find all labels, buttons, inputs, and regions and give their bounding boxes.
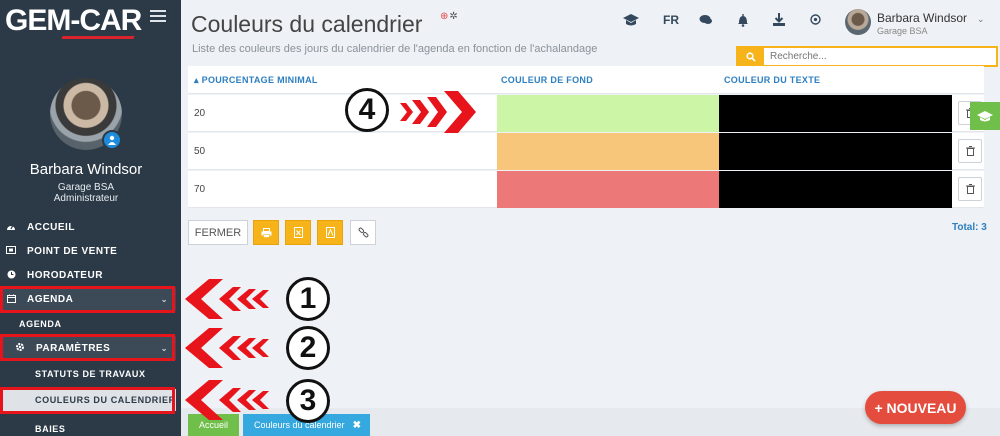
table-row[interactable]: 20 <box>188 95 984 132</box>
export-pdf-button[interactable] <box>317 220 343 245</box>
close-button[interactable]: FERMER <box>188 220 248 245</box>
sidebar-item-agenda[interactable]: AGENDA ⌄ <box>0 287 176 311</box>
clock-icon <box>5 270 17 281</box>
page-title: Couleurs du calendrier <box>191 11 423 37</box>
sidebar-item-label: AGENDA <box>27 293 74 305</box>
gear-icon <box>14 342 26 354</box>
download-icon[interactable] <box>773 13 789 29</box>
excel-file-icon <box>293 227 303 238</box>
cash-register-icon <box>5 246 17 256</box>
link-button[interactable] <box>350 220 376 245</box>
sidebar-item-label: STATUTS DE TRAVAUX <box>35 369 146 379</box>
tutorial-tab[interactable] <box>970 102 1000 130</box>
callout-marker-2: 2 <box>286 326 330 370</box>
graduation-cap-icon[interactable] <box>623 13 639 29</box>
header-user-org: Garage BSA <box>877 26 928 36</box>
print-icon <box>261 227 271 238</box>
sidebar-item-label: COULEURS DU CALENDRIER <box>35 395 176 405</box>
trash-icon <box>965 146 975 156</box>
title-actions: ⊕✲ <box>440 11 458 22</box>
menu-toggle-icon[interactable] <box>150 10 166 22</box>
link-icon <box>358 227 368 238</box>
total-count: Total: 3 <box>952 222 987 233</box>
sidebar-avatar[interactable] <box>50 78 122 150</box>
callout-arrows-1-3 <box>185 279 269 420</box>
sidebar-item-label: ACCUEIL <box>27 221 75 233</box>
cell-text-color-swatch <box>719 133 952 170</box>
calendar-icon <box>5 294 17 305</box>
cell-bg-color-swatch <box>497 95 719 132</box>
add-circle-icon[interactable]: ⊕ <box>440 11 448 22</box>
sidebar-item-label: AGENDA <box>19 319 62 329</box>
sidebar-subitem-couleurs-du-calendrier[interactable]: COULEURS DU CALENDRIER <box>0 389 176 411</box>
gear-icon[interactable]: ✲ <box>449 11 457 22</box>
page-subtitle: Liste des couleurs des jours du calendri… <box>192 43 598 55</box>
sidebar-subitem-statuts-de-travaux[interactable]: STATUTS DE TRAVAUX <box>0 363 176 385</box>
sidebar-user-role: Administrateur <box>53 193 119 204</box>
column-header-text-color[interactable]: COULEUR DU TEXTE <box>724 75 820 85</box>
table-header: ▴ POURCENTAGE MINIMAL COULEUR DE FOND CO… <box>188 66 984 94</box>
cell-bg-color-swatch <box>497 133 719 170</box>
logo-swoosh <box>61 36 135 39</box>
search-box <box>736 46 998 67</box>
cell-text-color-swatch <box>719 171 952 208</box>
delete-button[interactable] <box>958 177 982 201</box>
callout-marker-1: 1 <box>286 277 330 321</box>
cell-min-pct: 50 <box>194 146 206 157</box>
sidebar-scrollbar[interactable] <box>176 0 181 436</box>
sidebar-user-name: Barbara Windsor <box>29 161 143 178</box>
callout-arrow-4 <box>400 91 476 133</box>
chevron-down-icon: ⌄ <box>160 343 168 353</box>
table-row[interactable]: 50 <box>188 133 984 170</box>
chevron-down-icon[interactable]: ⌄ <box>977 14 985 25</box>
sidebar-user-org: Garage BSA <box>57 182 115 193</box>
trash-icon <box>965 184 975 194</box>
callout-marker-3: 3 <box>286 379 330 423</box>
export-excel-button[interactable] <box>285 220 311 245</box>
column-header-min-pct[interactable]: ▴ POURCENTAGE MINIMAL <box>194 75 318 86</box>
sidebar-subitem-baies[interactable]: BAIES <box>0 418 176 436</box>
search-icon[interactable] <box>738 48 764 65</box>
delete-button[interactable] <box>958 139 982 163</box>
sidebar: GEM-CAR Barbara Windsor Garage BSA Admin… <box>0 0 181 436</box>
chevron-down-icon: ⌄ <box>160 294 168 304</box>
user-icon <box>102 130 122 150</box>
close-icon[interactable]: ✖ <box>353 420 361 431</box>
sidebar-item-point-de-vente[interactable]: POINT DE VENTE <box>0 239 176 263</box>
header-user-name[interactable]: Barbara Windsor <box>877 11 967 25</box>
print-button[interactable] <box>253 220 279 245</box>
cell-min-pct: 70 <box>194 184 206 195</box>
sidebar-item-label: BAIES <box>35 424 66 434</box>
language-selector[interactable]: FR <box>663 13 679 27</box>
column-header-bg-color[interactable]: COULEUR DE FOND <box>501 75 593 85</box>
callout-marker-4: 4 <box>345 88 389 132</box>
avatar[interactable] <box>845 9 871 35</box>
cell-text-color-swatch <box>719 95 952 132</box>
search-input[interactable] <box>764 51 994 62</box>
sidebar-item-horodateur[interactable]: HORODATEUR <box>0 263 176 287</box>
graduation-cap-icon <box>977 110 993 121</box>
new-button[interactable]: + NOUVEAU <box>865 391 966 424</box>
table-row[interactable]: 70 <box>188 171 984 208</box>
bell-icon[interactable] <box>737 13 753 29</box>
settings-icon[interactable] <box>809 13 825 29</box>
sidebar-item-label: POINT DE VENTE <box>27 245 118 257</box>
cell-min-pct: 20 <box>194 108 206 119</box>
pdf-file-icon <box>325 227 335 238</box>
chat-icon[interactable] <box>699 13 715 29</box>
tachometer-icon <box>5 222 17 233</box>
sidebar-item-label: PARAMÈTRES <box>36 342 111 354</box>
cell-bg-color-swatch <box>497 171 719 208</box>
sidebar-item-accueil[interactable]: ACCUEIL <box>0 215 176 239</box>
app-logo[interactable]: GEM-CAR <box>5 4 142 38</box>
sidebar-item-parametres[interactable]: PARAMÈTRES ⌄ <box>0 336 176 360</box>
sidebar-subitem-agenda[interactable]: AGENDA <box>0 313 176 335</box>
sidebar-item-label: HORODATEUR <box>27 269 103 281</box>
sort-asc-icon: ▴ <box>194 75 199 85</box>
